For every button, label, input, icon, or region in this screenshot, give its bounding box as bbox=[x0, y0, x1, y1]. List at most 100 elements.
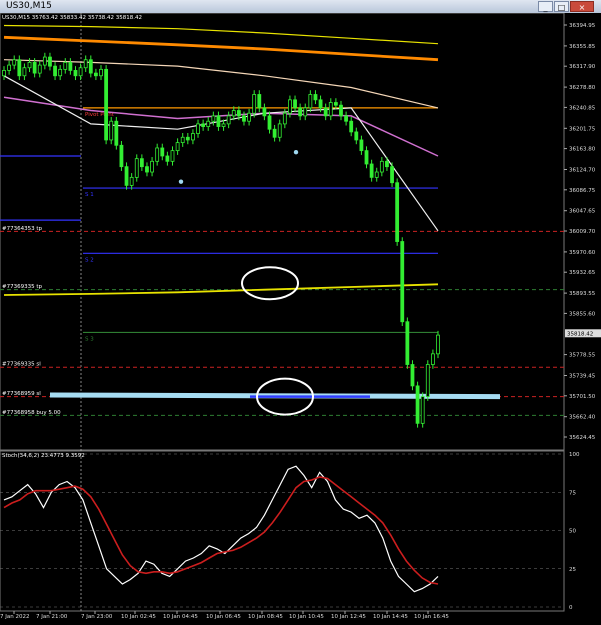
time-tick-label: 10 Jan 12:45 bbox=[331, 614, 366, 620]
time-tick-label: 10 Jan 04:45 bbox=[163, 614, 198, 620]
price-tick-label: 36240.85 bbox=[569, 105, 596, 111]
price-tick-label: 36047.65 bbox=[569, 209, 596, 215]
candle-body bbox=[94, 72, 98, 77]
candle-body bbox=[298, 107, 303, 117]
price-tick-label: 35818.42 bbox=[567, 331, 593, 337]
candle-body bbox=[364, 150, 369, 165]
candle-body bbox=[354, 131, 359, 141]
time-tick-label: 10 Jan 14:45 bbox=[373, 614, 408, 620]
price-tick-label: 36009.70 bbox=[569, 229, 596, 235]
candle-body bbox=[124, 166, 129, 186]
candle-body bbox=[145, 166, 149, 173]
stoch-pane bbox=[0, 450, 565, 612]
candle-body bbox=[83, 59, 88, 69]
candle-body bbox=[88, 59, 93, 74]
chart-info: US30,M15 35763.42 35833.42 35738.42 3581… bbox=[2, 15, 142, 21]
time-tick-label: 10 Jan 06:45 bbox=[206, 614, 241, 620]
price-tick-label: 36394.95 bbox=[569, 23, 596, 29]
candle-body bbox=[37, 64, 42, 74]
price-tick-label: 35739.45 bbox=[569, 374, 596, 380]
chart-canvas[interactable]: 36394.95 36355.85 36317.90 36278.80 36240.85… bbox=[0, 13, 601, 625]
price-tick-label: 36201.75 bbox=[569, 126, 596, 132]
candle-body bbox=[430, 353, 435, 365]
price-tick-label: 36086.75 bbox=[569, 188, 596, 194]
candle-body bbox=[303, 107, 308, 117]
window-titlebar: US30,M15 _ □ × bbox=[0, 0, 601, 13]
candle-body bbox=[27, 62, 32, 69]
price-tick-label: 35970.60 bbox=[569, 250, 596, 256]
price-tick-label: 36355.85 bbox=[569, 44, 596, 50]
candle-body bbox=[180, 136, 185, 144]
candle-body bbox=[12, 59, 17, 66]
candle-body bbox=[420, 396, 425, 424]
candle-body bbox=[139, 158, 144, 168]
candle-body bbox=[73, 70, 78, 77]
candle-body bbox=[231, 110, 236, 117]
candle-body bbox=[410, 364, 415, 387]
candle-body bbox=[78, 67, 83, 77]
candle-body bbox=[7, 64, 12, 71]
candle-body bbox=[415, 385, 420, 424]
price-tick-label: 35855.60 bbox=[569, 311, 596, 317]
price-tick-label: 36163.80 bbox=[569, 147, 596, 153]
candle-body bbox=[42, 56, 47, 66]
candle-body bbox=[349, 120, 354, 133]
candle-body bbox=[191, 133, 195, 141]
candle-body bbox=[374, 171, 379, 178]
close-button[interactable]: × bbox=[570, 1, 594, 12]
candle-body bbox=[58, 68, 63, 77]
price-tick-label: 35701.50 bbox=[569, 394, 596, 400]
candle-body bbox=[288, 99, 292, 114]
stoch-level-label: 0 bbox=[569, 605, 573, 611]
pivot-level-label: S 2 bbox=[85, 257, 94, 263]
candle-body bbox=[252, 94, 257, 114]
pivot-level-label: S 3 bbox=[85, 336, 94, 342]
candle-body bbox=[405, 321, 410, 365]
candle-body bbox=[344, 115, 348, 122]
candle-body bbox=[201, 123, 206, 127]
candle-body bbox=[236, 110, 241, 117]
candle-body bbox=[134, 158, 139, 178]
candle-body bbox=[68, 62, 73, 71]
candle-body bbox=[170, 150, 175, 162]
candle-body bbox=[160, 147, 165, 157]
price-tick-label: 35778.55 bbox=[569, 353, 596, 359]
candle-body bbox=[155, 147, 160, 162]
candle-body bbox=[257, 94, 262, 109]
candle-body bbox=[242, 115, 246, 122]
stoch-level-label: 50 bbox=[569, 529, 576, 535]
candle-body bbox=[17, 59, 22, 77]
candle-body bbox=[211, 115, 216, 122]
time-tick-label: 10 Jan 10:45 bbox=[289, 614, 324, 620]
candle-body bbox=[436, 334, 440, 355]
maximize-button[interactable]: □ bbox=[554, 1, 569, 12]
price-tick-label: 35893.55 bbox=[569, 291, 596, 297]
candle-body bbox=[185, 136, 190, 141]
candle-body bbox=[277, 123, 282, 138]
candle-body bbox=[247, 112, 251, 122]
candle-body bbox=[400, 241, 405, 323]
candle-body bbox=[328, 102, 333, 117]
time-tick-label: 10 Jan 16:45 bbox=[414, 614, 449, 620]
candle-body bbox=[165, 155, 170, 162]
candle-body bbox=[2, 70, 6, 77]
candle-body bbox=[333, 102, 338, 106]
price-tick-label: 36124.70 bbox=[569, 168, 596, 174]
order-line-label: #77368958 buy 5.00 bbox=[2, 410, 61, 416]
candle-body bbox=[267, 115, 272, 130]
minimize-button[interactable]: _ bbox=[538, 1, 553, 12]
stoch-level-label: 100 bbox=[569, 452, 580, 458]
stoch-level-label: 25 bbox=[569, 567, 576, 573]
price-tick-label: 35662.40 bbox=[569, 415, 596, 421]
order-line-label: #77364353 tp bbox=[2, 226, 43, 232]
price-tick-label: 35624.45 bbox=[569, 435, 596, 441]
candle-body bbox=[22, 67, 27, 77]
candle-body bbox=[339, 104, 343, 117]
candle-body bbox=[119, 144, 124, 168]
window-title: US30,M15 bbox=[6, 1, 52, 11]
candle-body bbox=[385, 160, 389, 168]
time-tick-label: 7 Jan 23:00 bbox=[81, 614, 113, 620]
ohlc-values: 35763.42 35833.42 35738.42 35818.42 bbox=[31, 15, 142, 21]
candle-body bbox=[206, 120, 211, 127]
candle-body bbox=[99, 68, 103, 77]
